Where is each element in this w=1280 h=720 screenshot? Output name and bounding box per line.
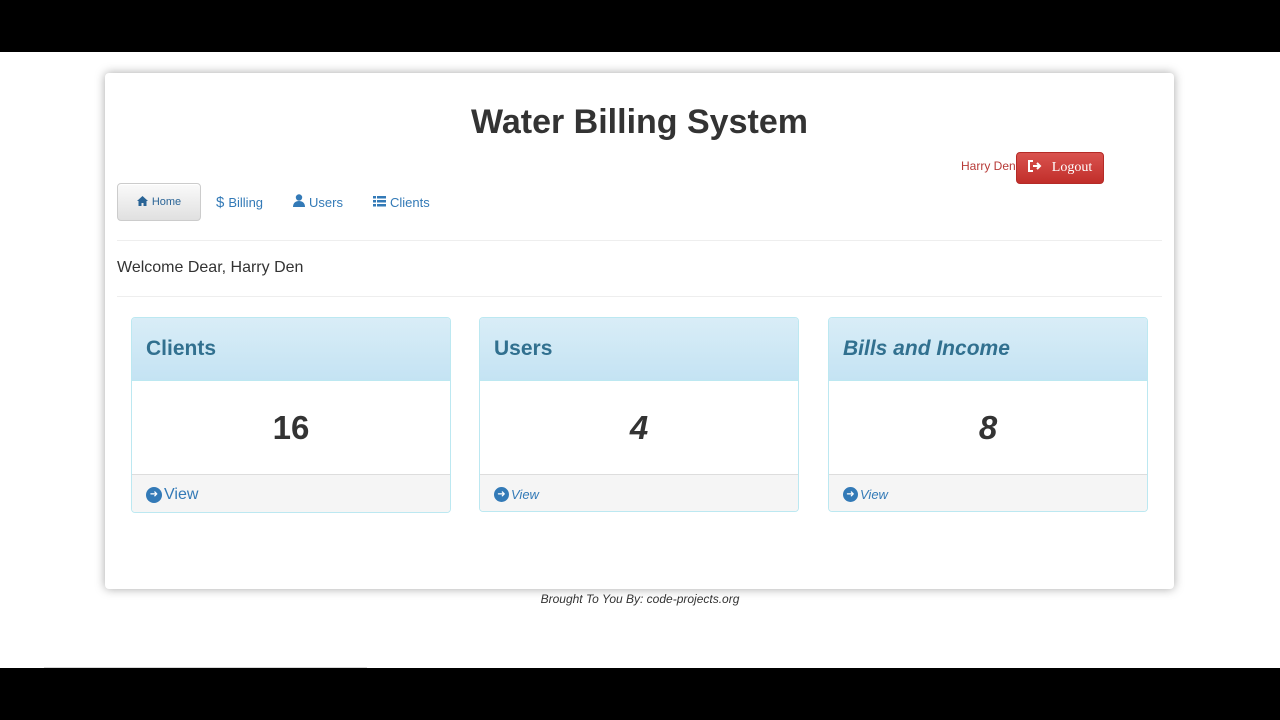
list-icon — [372, 195, 386, 210]
view-label: View — [860, 487, 888, 502]
circle-arrow-right-icon: ➜ — [843, 487, 858, 502]
logout-label: Logout — [1051, 160, 1093, 175]
panel-title: Clients — [132, 318, 450, 381]
nav-users[interactable]: Users — [278, 183, 358, 221]
logout-button[interactable]: Logout — [1016, 152, 1104, 184]
divider — [117, 240, 1162, 241]
clients-panel: Clients 16 ➜ View — [131, 317, 451, 513]
view-users-link[interactable]: ➜ View — [480, 474, 798, 511]
panel-title: Users — [480, 318, 798, 381]
main-nav: Home $ Billing Users Clients — [117, 182, 445, 222]
nav-home[interactable]: Home — [117, 183, 201, 221]
users-panel: Users 4 ➜ View — [479, 317, 799, 512]
view-bills-link[interactable]: ➜ View — [829, 474, 1147, 511]
circle-arrow-right-icon: ➜ — [494, 487, 509, 502]
view-label: View — [164, 485, 199, 503]
circle-arrow-right-icon: ➜ — [146, 486, 162, 503]
page-title: Water Billing System — [471, 103, 808, 141]
divider — [117, 296, 1162, 297]
main-card: Water Billing System Harry Den Logout Ho… — [105, 73, 1174, 589]
nav-home-label: Home — [151, 196, 182, 208]
divider — [44, 667, 367, 668]
view-label: View — [511, 487, 539, 502]
nav-clients[interactable]: Clients — [358, 183, 445, 221]
nav-users-label: Users — [309, 194, 343, 210]
page: Water Billing System Harry Den Logout Ho… — [0, 52, 1280, 668]
users-count: 4 — [629, 408, 649, 446]
current-user-name: Harry Den — [961, 159, 1016, 173]
user-icon — [293, 194, 306, 210]
logout-icon — [1027, 159, 1042, 177]
panel-title: Bills and Income — [829, 318, 1147, 381]
welcome-message: Welcome Dear, Harry Den — [117, 259, 304, 276]
nav-billing[interactable]: $ Billing — [201, 183, 278, 221]
bills-count: 8 — [978, 408, 998, 446]
dollar-icon: $ — [216, 193, 225, 211]
home-icon — [136, 195, 148, 209]
nav-clients-label: Clients — [389, 194, 430, 210]
nav-billing-label: Billing — [228, 194, 264, 210]
bills-panel: Bills and Income 8 ➜ View — [828, 317, 1148, 512]
view-clients-link[interactable]: ➜ View — [132, 474, 450, 512]
clients-count: 16 — [272, 408, 310, 446]
footer-credit: Brought To You By: code-projects.org — [540, 592, 740, 606]
